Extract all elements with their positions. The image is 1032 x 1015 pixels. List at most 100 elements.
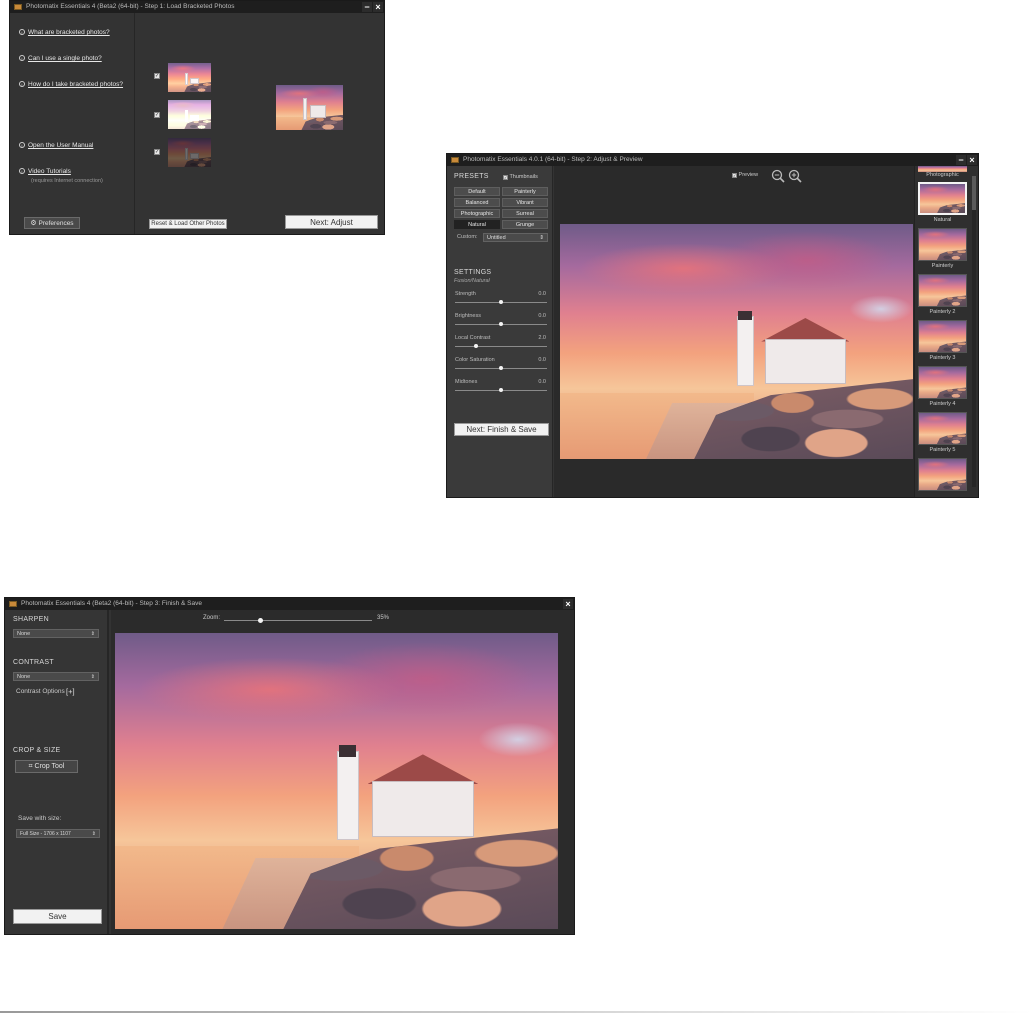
preset-surreal[interactable]: Surreal — [502, 209, 548, 218]
help-link-take-bracketed[interactable]: i How do I take bracketed photos? — [19, 81, 123, 88]
step3-settings-pane: SHARPEN None ⇕ CONTRAST None ⇕ Contrast Op… — [5, 610, 109, 934]
preferences-button[interactable]: ⚙ Preferences — [24, 217, 80, 229]
preset-thumbnail[interactable] — [918, 366, 967, 399]
preset-thumbnail[interactable] — [918, 320, 967, 353]
slider-thumb[interactable] — [499, 322, 503, 326]
preset-photographic[interactable]: Photographic — [454, 209, 500, 218]
zoom-in-icon[interactable] — [788, 169, 802, 183]
slider-track[interactable] — [455, 388, 547, 392]
preview-toggle[interactable]: ✓ Preview — [732, 172, 758, 178]
app-icon — [451, 157, 459, 163]
next-finish-save-button[interactable]: Next: Finish & Save — [454, 423, 549, 436]
save-button[interactable]: Save — [13, 909, 102, 924]
slider-label: Strength — [455, 291, 476, 297]
app-icon — [9, 601, 17, 607]
thumbnail-strip[interactable]: Photographic Natural Painterly Painterly 2… — [914, 166, 978, 497]
preset-default[interactable]: Default — [454, 187, 500, 196]
step1-window: Photomatix Essentials 4 (Beta2 (64-bit) … — [9, 0, 385, 235]
slider-track[interactable] — [455, 344, 547, 348]
thumbnails-checkbox[interactable]: ✓ — [503, 175, 508, 180]
final-photo — [115, 633, 558, 929]
slider-value: 2.0 — [538, 335, 546, 341]
custom-preset-select[interactable]: Untitled ⇕ — [483, 233, 548, 242]
crop-tool-button[interactable]: ⌗ Crop Tool — [15, 760, 78, 773]
page-footer-rule — [0, 1011, 1032, 1013]
presets-heading: PRESETS — [454, 173, 489, 180]
preset-thumbnail[interactable] — [918, 274, 967, 307]
preset-thumbnail[interactable] — [918, 412, 967, 445]
zoom-label: Zoom: — [203, 615, 221, 621]
bracketed-photo-under — [168, 138, 211, 167]
close-button[interactable]: × — [563, 599, 573, 609]
preset-natural[interactable]: Natural — [454, 220, 500, 229]
video-tutorials-link[interactable]: i Video Tutorials — [19, 168, 71, 175]
user-manual-link[interactable]: i Open the User Manual — [19, 142, 93, 149]
slider-thumb[interactable] — [499, 388, 503, 392]
step3-window: Photomatix Essentials 4 (Beta2 (64-bit) … — [4, 597, 575, 935]
preset-thumbnail[interactable] — [918, 458, 967, 491]
info-icon: i — [19, 29, 25, 36]
help-link-single-photo[interactable]: i Can I use a single photo? — [19, 55, 102, 62]
next-adjust-button[interactable]: Next: Adjust — [285, 215, 378, 229]
step3-titlebar: Photomatix Essentials 4 (Beta2 (64-bit) … — [5, 598, 574, 610]
info-icon: i — [19, 142, 25, 149]
slider-value: 0.0 — [538, 379, 546, 385]
slider-thumb[interactable] — [499, 300, 503, 304]
slider-thumb[interactable] — [474, 344, 479, 348]
preset-thumbnail[interactable] — [918, 182, 967, 215]
dropdown-arrow-icon: ⇕ — [91, 831, 96, 837]
close-button[interactable]: × — [967, 155, 977, 165]
step2-window: Photomatix Essentials 4.0.1 (64-bit) - S… — [446, 153, 979, 498]
step2-titlebar: Photomatix Essentials 4.0.1 (64-bit) - S… — [447, 154, 978, 166]
reset-load-button[interactable]: Reset & Load Other Photos — [149, 219, 227, 229]
preset-grunge[interactable]: Grunge — [502, 220, 548, 229]
thumbnail-label: Painterly 4 — [929, 401, 956, 407]
info-icon: i — [19, 168, 25, 175]
sharpen-select[interactable]: None ⇕ — [13, 629, 99, 638]
contrast-heading: CONTRAST — [13, 659, 54, 666]
thumbnail-label: Natural — [933, 217, 952, 223]
photo-checkbox[interactable]: ✓ — [154, 149, 160, 155]
contrast-select[interactable]: None ⇕ — [13, 672, 99, 681]
close-button[interactable]: × — [373, 2, 383, 12]
slider-track[interactable] — [455, 366, 547, 370]
slider-track[interactable] — [455, 300, 547, 304]
slider-thumb[interactable] — [499, 366, 503, 370]
step2-preview-pane: ✓ Preview — [554, 166, 914, 497]
slider-track[interactable] — [455, 322, 547, 326]
preview-checkbox[interactable]: ✓ — [732, 173, 737, 178]
save-size-select[interactable]: Full Size - 1706 x 1107 ⇕ — [16, 829, 100, 838]
help-link-bracketed[interactable]: i What are bracketed photos? — [19, 29, 110, 36]
contrast-options-expand[interactable]: [+] — [66, 687, 75, 696]
preset-painterly[interactable]: Painterly — [502, 187, 548, 196]
dropdown-arrow-icon: ⇕ — [90, 631, 95, 637]
photo-checkbox[interactable]: ✓ — [154, 73, 160, 79]
thumbnail-label: Painterly 2 — [929, 309, 956, 315]
step3-preview-pane: Zoom: 35% — [111, 610, 574, 934]
thumbnail-label: Painterly 3 — [929, 355, 956, 361]
preset-balanced[interactable]: Balanced — [454, 198, 500, 207]
photo-checkbox[interactable]: ✓ — [154, 112, 160, 118]
thumbnails-toggle[interactable]: ✓ Thumbnails — [503, 174, 538, 180]
step3-title: Photomatix Essentials 4 (Beta2 (64-bit) … — [21, 600, 203, 607]
slider-label: Brightness — [455, 313, 481, 319]
step1-titlebar: Photomatix Essentials 4 (Beta2 (64-bit) … — [10, 1, 384, 13]
minimize-button[interactable]: − — [362, 2, 372, 12]
zoom-slider[interactable] — [224, 618, 372, 623]
scroll-thumb[interactable] — [972, 176, 976, 210]
gear-icon: ⚙ — [30, 220, 37, 227]
preset-vibrant[interactable]: Vibrant — [502, 198, 548, 207]
zoom-out-icon[interactable] — [771, 169, 785, 183]
sharpen-heading: SHARPEN — [13, 616, 49, 623]
thumbnail-scrollbar[interactable] — [972, 176, 976, 487]
minimize-button[interactable]: − — [956, 155, 966, 165]
thumbnail-label: Photographic — [926, 172, 959, 178]
step2-settings-pane: PRESETS ✓ Thumbnails Default Painterly B… — [447, 166, 553, 497]
preset-thumbnail[interactable] — [918, 228, 967, 261]
custom-label: Custom: — [457, 234, 478, 240]
zoom-slider-thumb[interactable] — [257, 618, 263, 623]
crop-icon: ⌗ — [28, 763, 33, 770]
bracketed-photo-normal — [168, 63, 211, 92]
video-note: (requires Internet connection) — [31, 178, 103, 184]
dropdown-arrow-icon: ⇕ — [539, 235, 544, 241]
